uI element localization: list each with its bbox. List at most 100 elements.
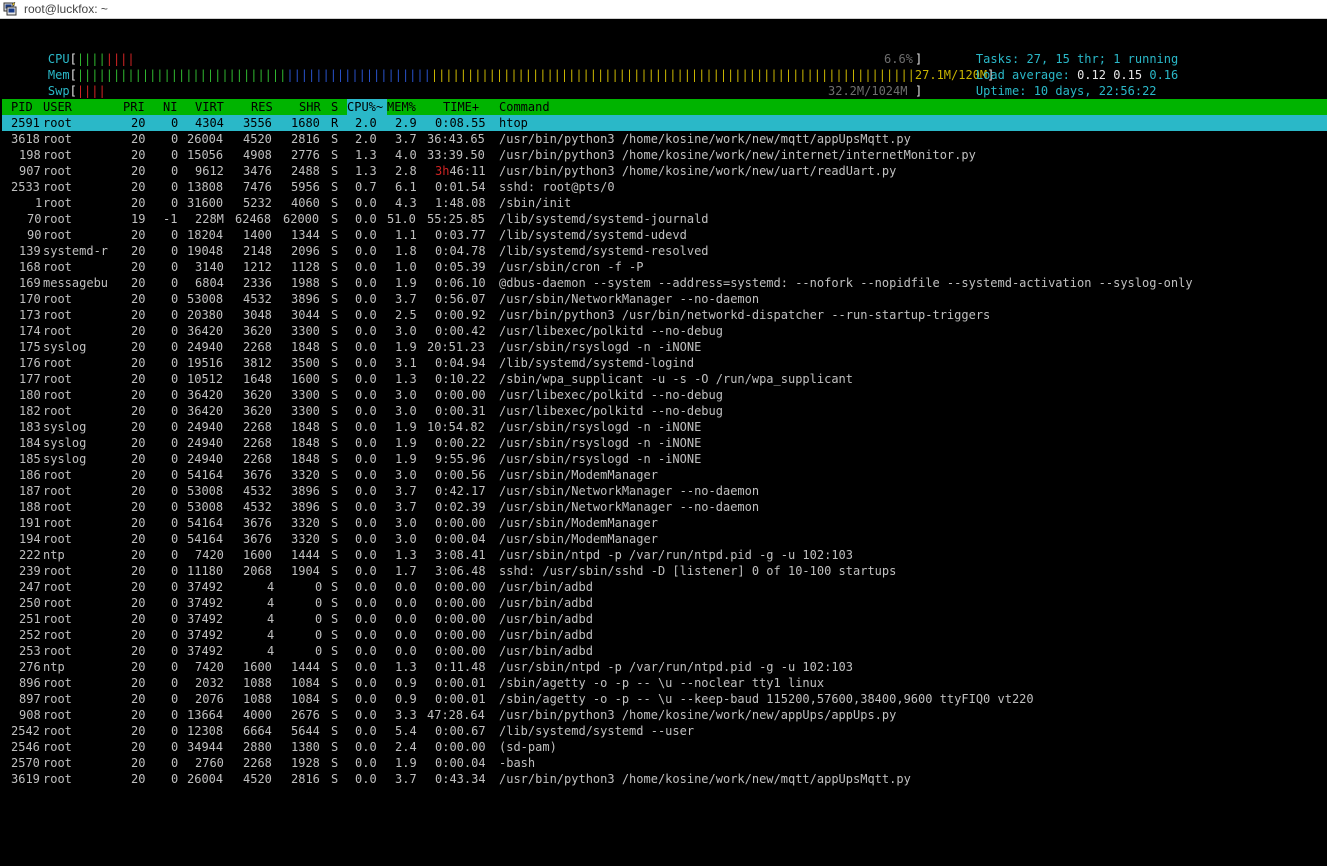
process-row[interactable]: 2533 root 20 0 13808 7476 5956 S 0.7 6.1 0:01.54 ss… — [0, 179, 1327, 195]
process-row[interactable]: 897 root 20 0 2076 1088 1084 S 0.0 0.9 0:00.01/sbi… — [0, 691, 1327, 707]
process-row[interactable]: 139 systemd-r 20 0 19048 2148 2096 S 0.0 1.8 0:04.… — [0, 243, 1327, 259]
process-row[interactable]: 1 root 20 0 31600 5232 4060 S 0.0 4.3 1:48.08/sbin… — [0, 195, 1327, 211]
process-command: (sd-pam) — [499, 740, 557, 754]
terminal-area[interactable]: CPU[|||||||| 6.6%] Mem[||||||||||||||||||… — [0, 19, 1327, 866]
process-time: 0:03.77 — [435, 228, 486, 242]
col-state[interactable]: S — [331, 99, 338, 115]
process-row[interactable]: 175 syslog 20 0 24940 2268 1848 S 0.0 1.9 20:51.23… — [0, 339, 1327, 355]
col-time[interactable]: TIME+ — [443, 99, 479, 115]
process-row[interactable]: 2546 root 20 0 34944 2880 1380 S 0.0 2.4 0:00.00 (s… — [0, 739, 1327, 755]
process-row[interactable]: 177 root 20 0 10512 1648 1600 S 0.0 1.3 0:10.22/sb… — [0, 371, 1327, 387]
process-row[interactable]: 187 root 20 0 53008 4532 3896 S 0.0 3.7 0:42.17/us… — [0, 483, 1327, 499]
col-pri[interactable]: PRI — [123, 99, 145, 115]
process-shr: 5956 — [291, 180, 320, 194]
process-mem: 1.9 — [395, 420, 417, 434]
col-cpu-sorted[interactable]: CPU%~ — [347, 99, 387, 115]
process-row[interactable]: 198 root 20 0 15056 4908 2776 S 1.3 4.0 33:39.50/u… — [0, 147, 1327, 163]
process-user: ntp — [43, 548, 65, 562]
process-mem: 3.0 — [395, 388, 417, 402]
process-res: 4000 — [243, 708, 272, 722]
process-row[interactable]: 222 ntp 20 0 7420 1600 1444 S 0.0 1.3 3:08.41/usr/… — [0, 547, 1327, 563]
process-row[interactable]: 184 syslog 20 0 24940 2268 1848 S 0.0 1.9 0:00.22 /… — [0, 435, 1327, 451]
col-ni[interactable]: NI — [163, 99, 177, 115]
process-shr: 3300 — [291, 324, 320, 338]
process-row[interactable]: 174 root 20 0 36420 3620 3300 S 0.0 3.0 0:00.42/us… — [0, 323, 1327, 339]
process-cpu: 1.3 — [355, 164, 377, 178]
col-user[interactable]: USER — [43, 99, 72, 115]
process-row[interactable]: 251 root 20 0 37492 4 0 S 0.0 0.0 0:00.00/usr/bin/… — [0, 611, 1327, 627]
process-mem: 0.9 — [395, 676, 417, 690]
process-row[interactable]: 191 root 20 0 54164 3676 3320 S 0.0 3.0 0:00.00/us… — [0, 515, 1327, 531]
process-cpu: 0.0 — [355, 340, 377, 354]
process-mem: 0.0 — [395, 580, 417, 594]
process-row[interactable]: 252 root 20 0 37492 4 0 S 0.0 0.0 0:00.00/usr/bin/… — [0, 627, 1327, 643]
process-cpu: 0.0 — [355, 324, 377, 338]
process-row[interactable]: 250 root 20 0 37492 4 0 S 0.0 0.0 0:00.00/usr/bin/… — [0, 595, 1327, 611]
process-ni: 0 — [171, 740, 179, 754]
process-pri: 20 — [131, 612, 146, 626]
process-ni: 0 — [171, 164, 179, 178]
process-pid: 1 — [35, 196, 43, 210]
process-shr: 2816 — [291, 772, 320, 786]
process-s: S — [331, 532, 339, 546]
process-virt: 34944 — [187, 740, 224, 754]
col-pid[interactable]: PID — [11, 99, 33, 115]
window-titlebar[interactable]: root@luckfox: ~ — [0, 0, 1327, 19]
col-res[interactable]: RES — [251, 99, 273, 115]
process-row[interactable]: 176 root 20 0 19516 3812 3500 S 0.0 3.1 0:04.94/li… — [0, 355, 1327, 371]
process-row[interactable]: 194 root 20 0 54164 3676 3320 S 0.0 3.0 0:00.04/us… — [0, 531, 1327, 547]
process-row[interactable]: 239 root 20 0 11180 2068 1904 S 0.0 1.7 3:06.48 ssh… — [0, 563, 1327, 579]
process-command: /usr/sbin/NetworkManager --no-daemon — [499, 292, 760, 306]
process-shr: 0 — [315, 596, 323, 610]
process-shr: 1988 — [291, 276, 320, 290]
process-row[interactable]: 90 root 20 0 18204 1400 1344 S 0.0 1.1 0:03.77/lib… — [0, 227, 1327, 243]
process-row[interactable]: 169 messagebu 20 0 6804 2336 1988 S 0.0 1.9 0:06.1… — [0, 275, 1327, 291]
col-command[interactable]: Command — [499, 99, 550, 115]
process-mem: 1.9 — [395, 340, 417, 354]
col-virt[interactable]: VIRT — [195, 99, 224, 115]
process-time: 9:55.96 — [435, 452, 486, 466]
process-command: /usr/sbin/rsyslogd -n -iNONE — [499, 340, 702, 354]
process-cpu: 0.0 — [355, 756, 377, 770]
process-command: /usr/libexec/polkitd --no-debug — [499, 324, 723, 338]
process-res: 4 — [267, 628, 275, 642]
process-pri: 20 — [131, 292, 146, 306]
process-row[interactable]: 247 root 20 0 37492 4 0 S 0.0 0.0 0:00.00/usr/bin/… — [0, 579, 1327, 595]
process-row[interactable]: 908 root 20 0 13664 4000 2676 S 0.0 3.3 47:28.64/u… — [0, 707, 1327, 723]
process-row[interactable]: 186 root 20 0 54164 3676 3320 S 0.0 3.0 0:00.56/us… — [0, 467, 1327, 483]
process-row[interactable]: 3618 root 20 0 26004 4520 2816 S 2.0 3.7 36:43.65 /… — [0, 131, 1327, 147]
process-row[interactable]: 183 syslog 20 0 24940 2268 1848 S 0.0 1.9 10:54.82… — [0, 419, 1327, 435]
process-row[interactable]: 276 ntp 20 0 7420 1600 1444 S 0.0 1.3 0:11.48/usr/… — [0, 659, 1327, 675]
process-pri: 20 — [131, 708, 146, 722]
process-row[interactable]: 3619 root 20 0 26004 4520 2816 S 0.0 3.7 0:43.34/u… — [0, 771, 1327, 787]
process-shr: 1444 — [291, 548, 320, 562]
process-pri: 20 — [131, 580, 146, 594]
process-row[interactable]: 896 root 20 0 2032 1088 1084 S 0.0 0.9 0:00.01/sbi… — [0, 675, 1327, 691]
process-row[interactable]: 70 root 19 -1 228M 62468 62000 S 0.0 51.0 55:25.85… — [0, 211, 1327, 227]
process-row[interactable]: 188 root 20 0 53008 4532 3896 S 0.0 3.7 0:02.39/us… — [0, 499, 1327, 515]
process-row[interactable]: 173 root 20 0 20380 3048 3044 S 0.0 2.5 0:00.92/us… — [0, 307, 1327, 323]
process-row[interactable]: 2570 root 20 0 2760 2268 1928 S 0.0 1.9 0:00.04 -ba… — [0, 755, 1327, 771]
process-shr: 62000 — [283, 212, 320, 226]
process-pri: 20 — [131, 756, 146, 770]
process-cpu: 0.0 — [355, 468, 377, 482]
process-row[interactable]: 168 root 20 0 3140 1212 1128 S 0.0 1.0 0:05.39/usr… — [0, 259, 1327, 275]
process-virt: 12308 — [187, 724, 224, 738]
process-s: S — [331, 516, 339, 530]
process-time: 0:02.39 — [435, 500, 486, 514]
process-row[interactable]: 2542 root 20 0 12308 6664 5644 S 0.0 5.4 0:00.67/l… — [0, 723, 1327, 739]
process-shr: 3500 — [291, 356, 320, 370]
process-virt: 37492 — [187, 580, 224, 594]
col-mem[interactable]: MEM% — [387, 99, 416, 115]
process-row[interactable]: 253 root 20 0 37492 4 0 S 0.0 0.0 0:00.00/usr/bin/… — [0, 643, 1327, 659]
process-row[interactable]: 182 root 20 0 36420 3620 3300 S 0.0 3.0 0:00.31/us… — [0, 403, 1327, 419]
process-row[interactable]: 907 root 20 0 9612 3476 2488 S 1.3 2.8 3h46:11/usr… — [0, 163, 1327, 179]
process-time: 1:48.08 — [435, 196, 486, 210]
process-row[interactable]: 185 syslog 20 0 24940 2268 1848 S 0.0 1.9 9:55.96 /… — [0, 451, 1327, 467]
process-row[interactable]: 180 root 20 0 36420 3620 3300 S 0.0 3.0 0:00.00/us… — [0, 387, 1327, 403]
col-shr[interactable]: SHR — [299, 99, 321, 115]
process-row[interactable]: 170 root 20 0 53008 4532 3896 S 0.0 3.7 0:56.07/us… — [0, 291, 1327, 307]
process-command: /lib/systemd/systemd-resolved — [499, 244, 709, 258]
process-pri: 20 — [131, 132, 146, 146]
process-row[interactable]: 2591 root 20 0 4304 3556 1680 R 2.0 2.9 0:08.55 hto… — [0, 115, 1327, 131]
